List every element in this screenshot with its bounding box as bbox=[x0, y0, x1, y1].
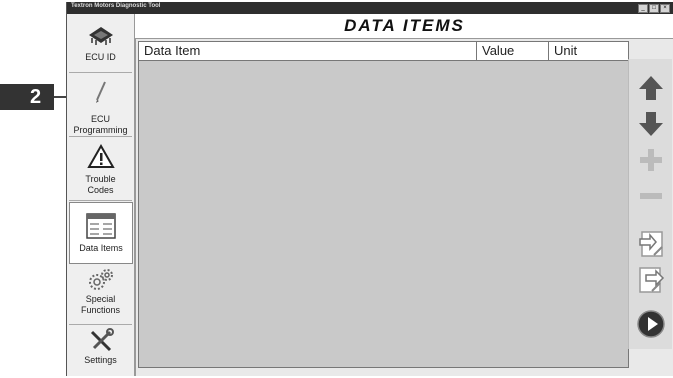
data-list-icon bbox=[86, 213, 116, 239]
sidebar-item-ecu-id[interactable]: ECU ID bbox=[69, 16, 132, 73]
import-icon[interactable] bbox=[636, 229, 666, 259]
arrow-down-icon[interactable] bbox=[636, 109, 666, 139]
sidebar-item-label: ECU Programming bbox=[73, 114, 128, 135]
sidebar-item-ecu-programming[interactable]: ECU Programming bbox=[69, 74, 132, 137]
play-icon[interactable] bbox=[636, 309, 666, 339]
export-icon[interactable] bbox=[636, 265, 666, 295]
chip-icon bbox=[88, 27, 113, 45]
warning-triangle-icon bbox=[86, 144, 115, 168]
data-items-table[interactable]: Data Item Value Unit bbox=[138, 41, 629, 368]
table-header: Data Item Value Unit bbox=[139, 42, 628, 61]
sidebar-item-label: Trouble Codes bbox=[85, 174, 116, 195]
gears-icon bbox=[88, 269, 113, 290]
tools-icon bbox=[90, 328, 114, 352]
sidebar: ECU ID ECU Programming Trouble Codes Dat… bbox=[67, 14, 136, 376]
arrow-up-icon[interactable] bbox=[636, 73, 666, 103]
minimize-button[interactable]: _ bbox=[638, 4, 648, 13]
sidebar-item-label: Data Items bbox=[79, 243, 123, 253]
column-header-data-item[interactable]: Data Item bbox=[139, 42, 477, 60]
sidebar-item-label: ECU ID bbox=[85, 52, 116, 62]
close-button[interactable]: × bbox=[660, 4, 670, 13]
page-header: DATA ITEMS bbox=[135, 14, 673, 39]
sidebar-item-data-items[interactable]: Data Items bbox=[69, 202, 133, 264]
sidebar-item-special-functions[interactable]: Special Functions bbox=[69, 264, 132, 325]
page-title: DATA ITEMS bbox=[344, 16, 465, 35]
sidebar-item-label: Settings bbox=[84, 355, 117, 365]
title-bar: Textron Motors Diagnostic Tool _ □ × bbox=[67, 2, 673, 14]
column-header-value[interactable]: Value bbox=[477, 42, 549, 60]
maximize-button[interactable]: □ bbox=[649, 4, 659, 13]
action-toolbar bbox=[628, 59, 672, 349]
window-controls: _ □ × bbox=[638, 4, 670, 13]
app-window: Textron Motors Diagnostic Tool _ □ × ECU… bbox=[66, 2, 673, 376]
pen-icon bbox=[95, 81, 106, 103]
column-header-unit[interactable]: Unit bbox=[549, 42, 628, 60]
plus-icon[interactable] bbox=[636, 145, 666, 175]
minus-icon[interactable] bbox=[636, 181, 666, 211]
sidebar-item-label: Special Functions bbox=[80, 294, 121, 315]
window-title: Textron Motors Diagnostic Tool bbox=[71, 3, 161, 9]
callout-number: 2 bbox=[0, 84, 54, 110]
sidebar-item-trouble-codes[interactable]: Trouble Codes bbox=[69, 138, 132, 201]
sidebar-item-settings[interactable]: Settings bbox=[69, 326, 132, 376]
